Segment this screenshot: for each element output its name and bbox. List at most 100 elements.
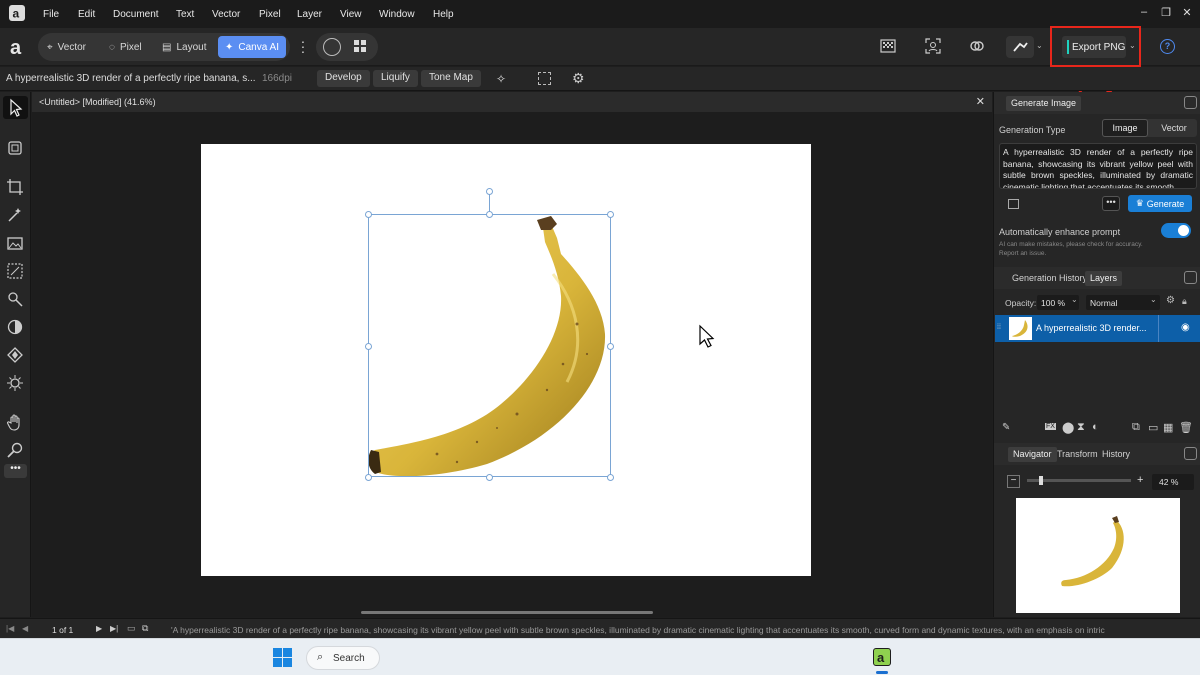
type-image-option[interactable]: Image	[1102, 119, 1148, 137]
pixel-grid-icon[interactable]	[538, 72, 551, 85]
report-issue-link[interactable]: Report an issue.	[999, 250, 1046, 257]
resize-handle[interactable]	[486, 474, 493, 481]
enhance-prompt-toggle[interactable]	[1161, 223, 1191, 238]
generate-button[interactable]: ♛ Generate	[1128, 195, 1192, 212]
rotation-handle-knob[interactable]	[486, 188, 493, 195]
text-frame-icon[interactable]	[323, 38, 341, 56]
persona-vector[interactable]: ⌖ Vector	[47, 38, 86, 56]
share-dropdown-icon[interactable]: ⌄	[1036, 41, 1043, 50]
image-reference-icon[interactable]	[1008, 199, 1019, 209]
retouch-tool-icon[interactable]	[6, 290, 24, 308]
settings-gear-icon[interactable]: ⚙	[572, 70, 585, 87]
next-page-icon[interactable]: ▶	[96, 624, 102, 633]
fx-icon[interactable]: FX	[1045, 423, 1056, 430]
group-layers-icon[interactable]: ⧉	[1132, 421, 1140, 434]
tab-history[interactable]: History	[1097, 447, 1135, 462]
adjustment-icon[interactable]: ⧗	[1077, 421, 1085, 434]
face-detect-icon[interactable]	[925, 38, 943, 56]
artboard-tool-icon[interactable]	[6, 139, 24, 157]
more-options-icon[interactable]: · · ·	[298, 34, 308, 58]
live-filter-icon[interactable]: ◐	[1092, 421, 1099, 433]
menu-file[interactable]: File	[43, 9, 59, 20]
liquify-button[interactable]: Liquify	[373, 70, 418, 87]
prompt-options-button[interactable]: •••	[1102, 196, 1120, 211]
zoom-out-button[interactable]: −	[1007, 475, 1020, 488]
restore-icon[interactable]: ❐	[1159, 6, 1173, 20]
menu-layer[interactable]: Layer	[297, 9, 322, 20]
type-vector-option[interactable]: Vector	[1151, 119, 1197, 137]
tab-navigator[interactable]: Navigator	[1008, 447, 1057, 462]
canvas-scrollbar[interactable]	[361, 611, 653, 614]
zoom-in-button[interactable]: +	[1137, 474, 1143, 486]
color-tool-icon[interactable]	[6, 318, 24, 336]
ai-sparkle-icon[interactable]: ✧	[496, 72, 506, 86]
delete-layer-icon[interactable]: 🗑︎	[1179, 421, 1193, 434]
diamond-tool-icon[interactable]	[6, 346, 24, 364]
tone-map-button[interactable]: Tone Map	[421, 70, 481, 87]
blend-mode-select[interactable]: Normal ⌄	[1086, 295, 1160, 310]
persona-pixel[interactable]: ◌ Pixel	[109, 38, 142, 56]
zoom-field[interactable]: 42 %	[1152, 474, 1194, 490]
duplicate-page-icon[interactable]: ⧉	[142, 623, 148, 634]
last-page-icon[interactable]: ▶|	[110, 624, 118, 633]
image-tool-icon[interactable]	[6, 234, 24, 252]
menu-document[interactable]: Document	[113, 9, 159, 20]
help-icon[interactable]: ?	[1160, 39, 1175, 54]
navigator-preview[interactable]	[1016, 498, 1180, 613]
resize-handle[interactable]	[365, 343, 372, 350]
tab-transform[interactable]: Transform	[1052, 447, 1103, 462]
collapse-chevron-icon[interactable]	[1184, 96, 1197, 109]
tab-generate-image[interactable]: Generate Image	[1006, 96, 1082, 111]
menu-edit[interactable]: Edit	[78, 9, 95, 20]
resize-handle[interactable]	[607, 474, 614, 481]
selection-brush-icon[interactable]	[6, 206, 24, 224]
resize-handle[interactable]	[607, 211, 614, 218]
page-icon[interactable]: ▭	[127, 623, 136, 634]
resize-handle[interactable]	[486, 211, 493, 218]
zoom-tool-icon[interactable]	[6, 441, 24, 459]
mask-icon[interactable]: ⬤	[1062, 421, 1074, 434]
menu-window[interactable]: Window	[379, 9, 415, 20]
document-tab[interactable]: <Untitled> [Modified] (41.6%) ✕	[32, 92, 992, 112]
close-window-icon[interactable]: ✕	[1180, 6, 1194, 20]
menu-vector[interactable]: Vector	[212, 9, 240, 20]
persona-layout[interactable]: ▤ Layout	[162, 38, 206, 56]
tab-layers[interactable]: Layers	[1085, 271, 1123, 286]
document-page[interactable]	[201, 144, 811, 576]
menu-view[interactable]: View	[340, 9, 362, 20]
grid-icon[interactable]	[354, 40, 367, 53]
resize-handle[interactable]	[365, 474, 372, 481]
prev-page-icon[interactable]: ◀	[22, 624, 28, 633]
drag-handle-icon[interactable]: ⁞⁞	[997, 324, 1001, 331]
move-tool-icon[interactable]	[3, 96, 28, 119]
affinity-taskbar-icon[interactable]: a	[873, 648, 891, 666]
layer-settings-gear-icon[interactable]: ⚙	[1166, 295, 1175, 306]
more-tools-icon[interactable]: •••	[4, 464, 27, 478]
develop-button[interactable]: Develop	[317, 70, 370, 87]
minimize-icon[interactable]: –	[1137, 6, 1151, 20]
resize-handle[interactable]	[607, 343, 614, 350]
transparency-grid-icon[interactable]	[880, 38, 898, 56]
menu-pixel[interactable]: Pixel	[259, 9, 281, 20]
edit-layer-icon[interactable]: ✎	[1002, 422, 1010, 433]
windows-start-icon[interactable]	[273, 648, 292, 667]
layer-row[interactable]: ⁞⁞ A hyperrealistic 3D render... ◉	[995, 315, 1200, 342]
pixel-layer-icon[interactable]: ▦	[1163, 421, 1173, 434]
close-document-icon[interactable]: ✕	[976, 95, 985, 108]
collapse-chevron-icon[interactable]	[1184, 271, 1197, 284]
hand-tool-icon[interactable]	[6, 413, 24, 431]
tab-generation-history[interactable]: Generation History	[1007, 271, 1092, 286]
menu-text[interactable]: Text	[176, 9, 194, 20]
menu-help[interactable]: Help	[433, 9, 454, 20]
persona-canva-ai[interactable]: ✦ Canva AI	[218, 36, 286, 58]
opacity-field[interactable]: 100 % ⌄	[1037, 295, 1079, 310]
collapse-chevron-icon[interactable]	[1184, 447, 1197, 460]
share-button[interactable]	[1006, 36, 1034, 58]
taskbar-search[interactable]: ⌕ Search	[306, 646, 380, 670]
first-page-icon[interactable]: |◀	[6, 624, 14, 633]
resize-handle[interactable]	[365, 211, 372, 218]
prompt-textarea[interactable]: A hyperrealistic 3D render of a perfectl…	[999, 143, 1197, 189]
selection-bounding-box[interactable]	[368, 214, 611, 477]
pattern-tool-icon[interactable]	[6, 262, 24, 280]
link-icon[interactable]	[969, 38, 987, 56]
